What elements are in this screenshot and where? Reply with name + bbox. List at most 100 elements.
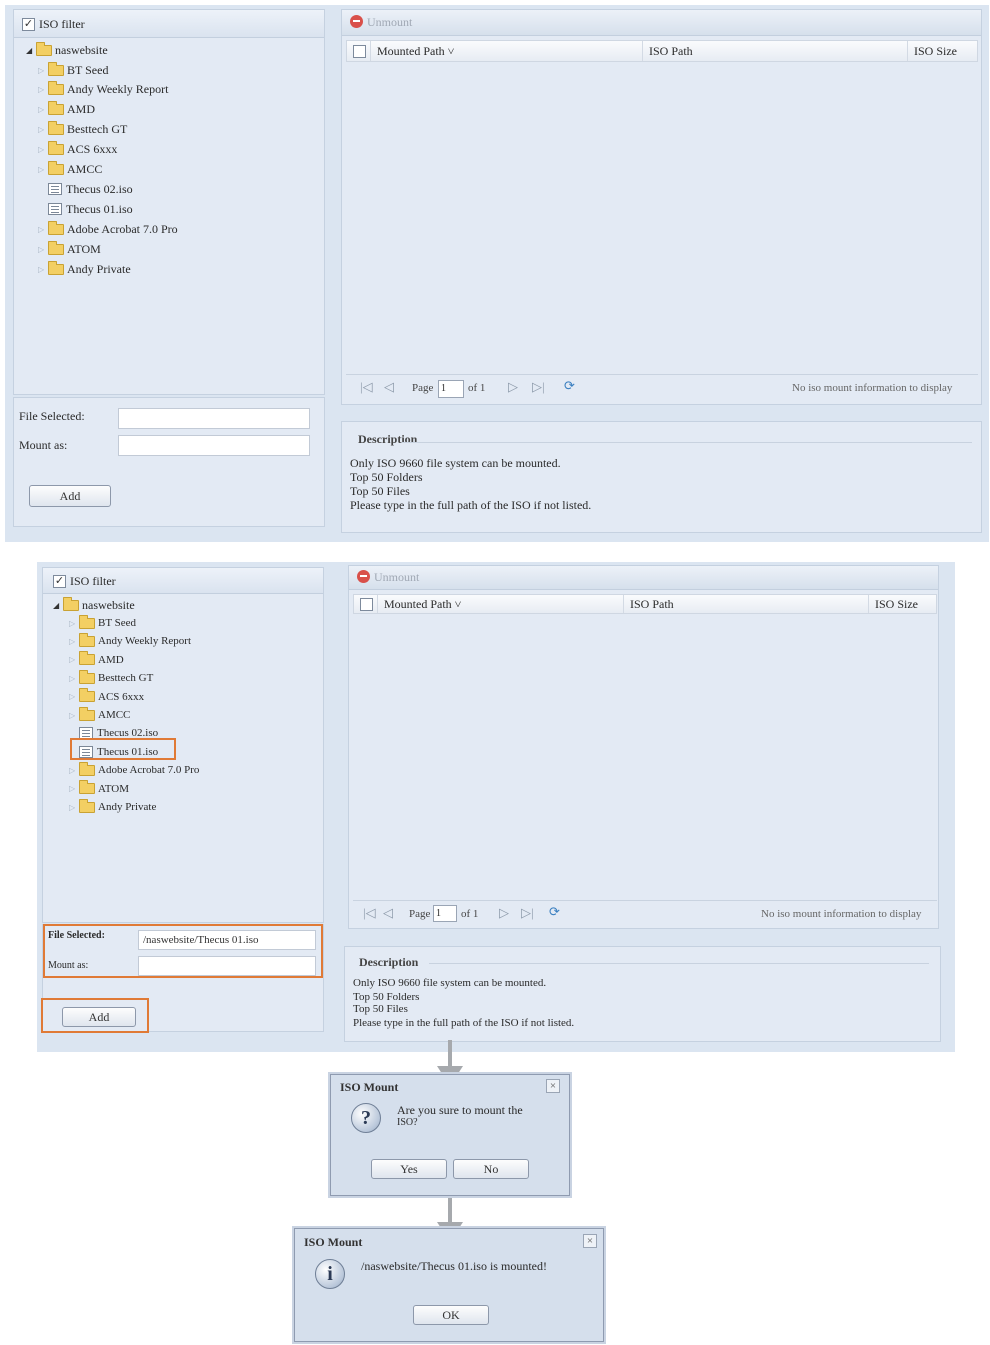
tree-folder-item[interactable]: ▷ Besttech GT xyxy=(38,121,127,139)
tree-header: ✓ ISO filter xyxy=(43,568,323,594)
tree-item-label: ATOM xyxy=(98,782,129,795)
expand-arrow-icon[interactable]: ▷ xyxy=(38,85,48,94)
tree-folder-item[interactable]: ▷ Andy Private xyxy=(38,260,131,278)
expand-arrow-icon[interactable]: ▷ xyxy=(69,711,79,720)
col-mounted-path[interactable]: Mounted Path ˅ xyxy=(378,595,624,613)
tree-folder-item[interactable]: ▷ AMD xyxy=(69,651,124,669)
expand-arrow-icon[interactable]: ◢ xyxy=(53,601,63,610)
checkbox-icon[interactable] xyxy=(353,44,366,58)
expand-arrow-icon[interactable]: ▷ xyxy=(38,105,48,114)
dialog-message: ISO? xyxy=(397,1117,418,1128)
description-line: Please type in the full path of the ISO … xyxy=(353,1017,575,1029)
tree-folder-item[interactable]: ▷ AMCC xyxy=(69,706,130,724)
tree-item-label: AMD xyxy=(67,102,96,117)
tree-folder-item[interactable]: ▷ Andy Weekly Report xyxy=(69,632,191,650)
expand-arrow-icon[interactable]: ▷ xyxy=(38,225,48,234)
tree-folder-item[interactable]: ▷ BT Seed xyxy=(69,614,136,632)
col-iso-path[interactable]: ISO Path xyxy=(624,595,869,613)
checkbox-icon[interactable] xyxy=(360,597,373,611)
tree-root[interactable]: ◢ naswebsite xyxy=(53,596,135,614)
grid-header: Mounted Path ˅ ISO Path ISO Size xyxy=(353,594,937,614)
tree-folder-item[interactable]: ▷ Adobe Acrobat 7.0 Pro xyxy=(69,761,199,779)
checkbox-icon[interactable]: ✓ xyxy=(22,17,35,31)
folder-icon xyxy=(48,220,64,235)
highlight-add-button xyxy=(41,998,149,1033)
tree-file-item[interactable]: Thecus 01.iso xyxy=(38,200,133,218)
last-page-icon[interactable]: ▷| xyxy=(532,379,545,395)
tree-root[interactable]: ◢ naswebsite xyxy=(26,41,108,59)
iso-filter-label: ISO filter xyxy=(70,573,116,588)
iso-filter-toggle[interactable]: ✓ ISO filter xyxy=(22,15,85,33)
expand-arrow-icon[interactable]: ▷ xyxy=(38,125,48,134)
ok-button[interactable]: OK xyxy=(413,1305,489,1325)
description-line: Please type in the full path of the ISO … xyxy=(350,498,592,512)
tree-folder-item[interactable]: ▷ ACS 6xxx xyxy=(38,141,117,159)
tree-folder-item[interactable]: ▷ Andy Private xyxy=(69,798,156,816)
tree-file-item[interactable]: Thecus 02.iso xyxy=(38,180,133,198)
folder-icon xyxy=(48,61,64,76)
description-line: Top 50 Folders xyxy=(350,470,423,484)
expand-arrow-icon[interactable]: ◢ xyxy=(26,46,36,55)
expand-arrow-icon[interactable]: ▷ xyxy=(38,165,48,174)
yes-button[interactable]: Yes xyxy=(371,1159,447,1179)
checkbox-icon[interactable]: ✓ xyxy=(53,574,66,588)
tree-folder-item[interactable]: ▷ BT Seed xyxy=(38,61,108,79)
tree-item-label: AMD xyxy=(98,653,124,666)
col-iso-size[interactable]: ISO Size xyxy=(869,595,938,613)
folder-icon xyxy=(79,614,95,629)
col-mounted-path[interactable]: Mounted Path ˅ xyxy=(371,41,643,61)
expand-arrow-icon[interactable]: ▷ xyxy=(69,803,79,812)
page-input[interactable]: 1 xyxy=(433,905,457,922)
expand-arrow-icon[interactable]: ▷ xyxy=(38,145,48,154)
expand-arrow-icon[interactable]: ▷ xyxy=(69,766,79,775)
refresh-icon[interactable]: ⟳ xyxy=(564,378,575,394)
refresh-icon[interactable]: ⟳ xyxy=(549,904,560,920)
prev-page-icon[interactable]: ◁ xyxy=(383,905,393,921)
expand-arrow-icon[interactable]: ▷ xyxy=(69,655,79,664)
tree-folder-item[interactable]: ▷ Andy Weekly Report xyxy=(38,81,168,99)
mount-as-field[interactable] xyxy=(118,435,310,456)
tree-folder-item[interactable]: ▷ ATOM xyxy=(38,240,101,258)
iso-filter-toggle[interactable]: ✓ ISO filter xyxy=(53,572,116,590)
add-button[interactable]: Add xyxy=(29,485,111,507)
file-form-panel: File Selected: Mount as: Add xyxy=(13,397,325,527)
last-page-icon[interactable]: ▷| xyxy=(521,905,534,921)
close-icon[interactable]: × xyxy=(546,1079,560,1093)
toolbar: Unmount xyxy=(349,566,938,590)
next-page-icon[interactable]: ▷ xyxy=(499,905,509,921)
first-page-icon[interactable]: |◁ xyxy=(360,379,373,395)
col-iso-size[interactable]: ISO Size xyxy=(908,41,979,61)
prev-page-icon[interactable]: ◁ xyxy=(384,379,394,395)
expand-arrow-icon[interactable]: ▷ xyxy=(38,245,48,254)
no-button[interactable]: No xyxy=(453,1159,529,1179)
expand-arrow-icon[interactable]: ▷ xyxy=(69,674,79,683)
select-all-checkbox[interactable] xyxy=(347,41,371,61)
expand-arrow-icon[interactable]: ▷ xyxy=(69,784,79,793)
tree-folder-item[interactable]: ▷ ACS 6xxx xyxy=(69,688,144,706)
folder-icon xyxy=(48,101,64,116)
folder-icon xyxy=(79,688,95,703)
tree-folder-item[interactable]: ▷ AMD xyxy=(38,101,95,119)
expand-arrow-icon[interactable]: ▷ xyxy=(38,265,48,274)
expand-arrow-icon[interactable]: ▷ xyxy=(69,619,79,628)
file-selected-field[interactable] xyxy=(118,408,310,429)
unmount-button[interactable]: Unmount xyxy=(357,570,419,584)
tree-folder-item[interactable]: ▷ AMCC xyxy=(38,161,102,179)
unmount-button[interactable]: Unmount xyxy=(350,15,412,29)
close-icon[interactable]: × xyxy=(583,1234,597,1248)
tree-folder-item[interactable]: ▷ ATOM xyxy=(69,780,129,798)
col-iso-path[interactable]: ISO Path xyxy=(643,41,908,61)
tree-folder-item[interactable]: ▷ Adobe Acrobat 7.0 Pro xyxy=(38,220,178,238)
divider xyxy=(402,442,972,443)
first-page-icon[interactable]: |◁ xyxy=(363,905,376,921)
dialog-message: /naswebsite/Thecus 01.iso is mounted! xyxy=(361,1259,547,1273)
select-all-checkbox[interactable] xyxy=(354,595,378,613)
expand-arrow-icon[interactable]: ▷ xyxy=(69,692,79,701)
tree-item-label: AMCC xyxy=(67,162,103,176)
page-input[interactable]: 1 xyxy=(438,380,464,398)
tree-item-label: Besttech GT xyxy=(67,122,128,137)
tree-folder-item[interactable]: ▷ Besttech GT xyxy=(69,669,153,687)
expand-arrow-icon[interactable]: ▷ xyxy=(38,66,48,75)
expand-arrow-icon[interactable]: ▷ xyxy=(69,637,79,646)
next-page-icon[interactable]: ▷ xyxy=(508,379,518,395)
